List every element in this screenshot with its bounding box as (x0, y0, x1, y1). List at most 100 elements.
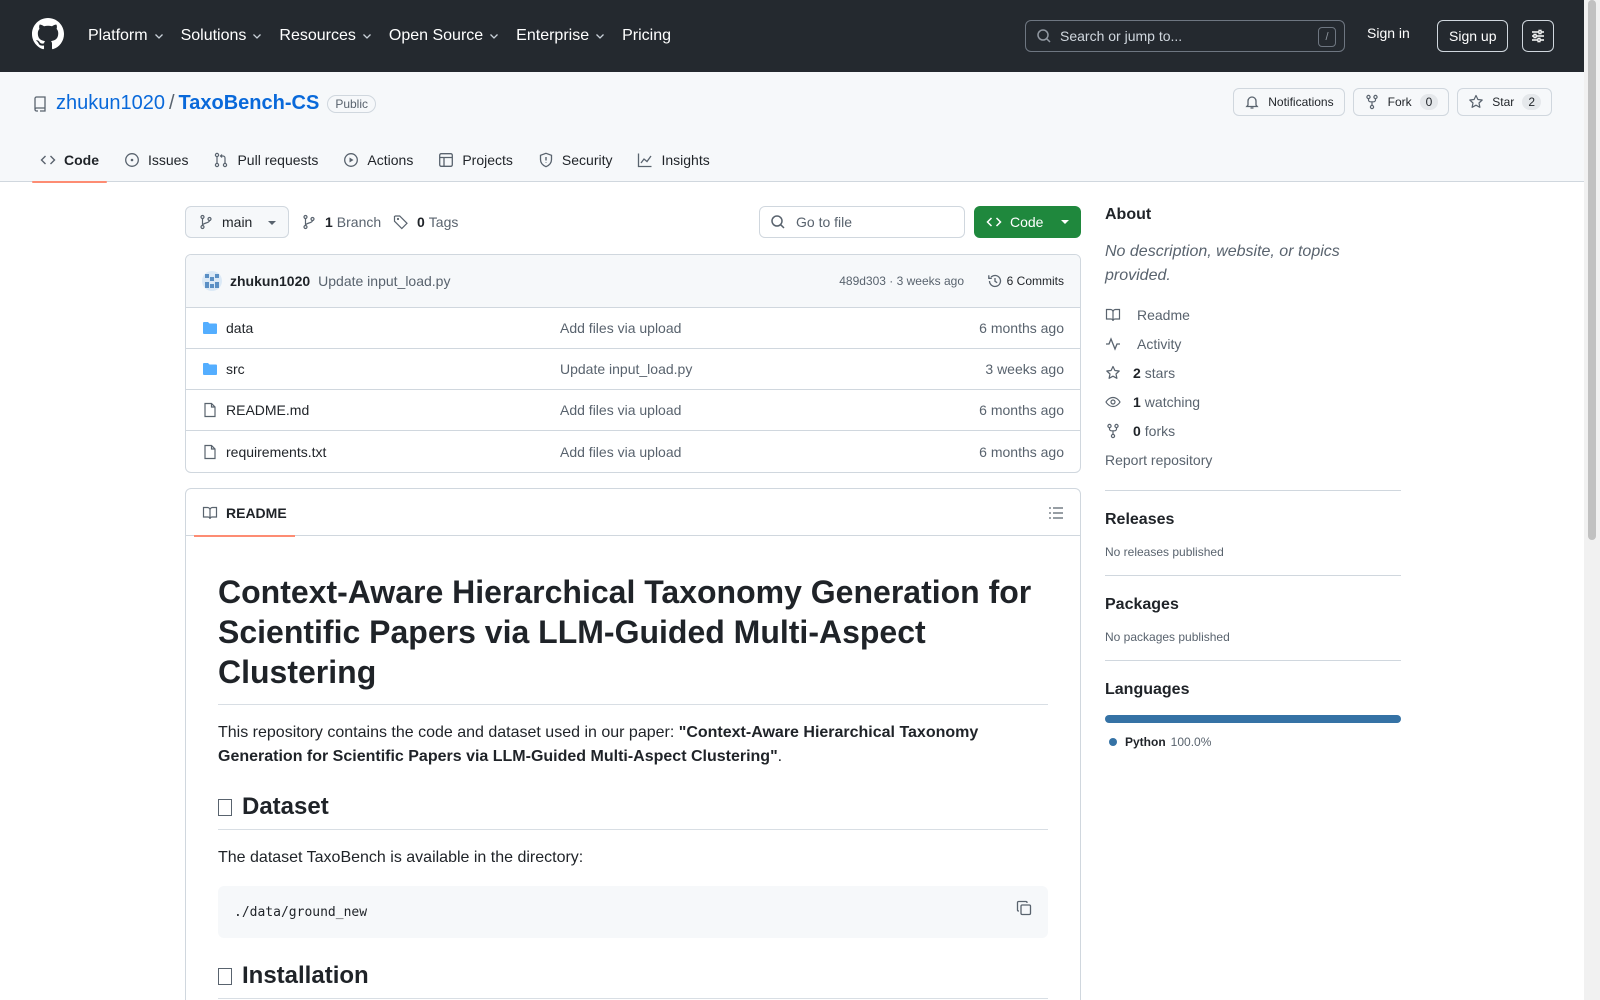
pull-request-icon (215, 152, 228, 168)
go-to-file-input[interactable]: Go to file (759, 206, 965, 238)
nav-resources[interactable]: Resources (279, 27, 372, 45)
readme-panel: README Context-Aware Hierarchical Taxono… (185, 488, 1081, 1000)
nav-open-source[interactable]: Open Source (389, 27, 500, 45)
tab-projects[interactable]: Projects (430, 138, 521, 182)
notifications-button[interactable]: Notifications (1233, 88, 1345, 116)
file-commit-date: 6 months ago (979, 443, 1064, 460)
tab-label: Issues (148, 152, 189, 168)
sign-up-button[interactable]: Sign up (1437, 20, 1509, 52)
packages-title[interactable]: Packages (1105, 596, 1401, 614)
repo-sidebar: About No description, website, or topics… (1105, 206, 1401, 749)
list-unordered-icon[interactable] (1048, 505, 1064, 521)
star-button[interactable]: Star 2 (1457, 88, 1552, 116)
global-search-input[interactable]: Search or jump to... / (1025, 20, 1345, 52)
github-logo-icon[interactable] (32, 18, 64, 50)
branch-label: Branch (336, 214, 382, 230)
stars-link[interactable]: 2 stars (1105, 358, 1401, 387)
star-count: 2 (1522, 94, 1541, 110)
chevron-down-icon (596, 34, 605, 39)
intro-text: This repository contains the code and da… (218, 724, 679, 741)
commit-author[interactable]: zhukun1020 (230, 273, 310, 289)
file-commit-message[interactable]: Add files via upload (560, 444, 681, 460)
heading-installation-text: Installation (242, 962, 369, 989)
table-row[interactable]: data Add files via upload 6 months ago (186, 308, 1080, 349)
copy-icon[interactable] (1016, 900, 1032, 916)
forks-link[interactable]: 0 forks (1105, 416, 1401, 445)
repo-header: zhukun1020 / TaxoBench-CS Public Notific… (0, 72, 1584, 183)
caret-down-icon (1061, 220, 1069, 224)
tab-label: Security (561, 152, 613, 168)
readme-body: Context-Aware Hierarchical Taxonomy Gene… (186, 536, 1080, 1000)
file-name[interactable]: README.md (226, 402, 309, 418)
star-icon (1469, 94, 1484, 108)
commit-message[interactable]: Update input_load.py (318, 273, 450, 289)
heading-dataset: Dataset (218, 793, 1048, 830)
table-row[interactable]: requirements.txt Add files via upload 6 … (186, 431, 1080, 472)
file-name[interactable]: src (226, 361, 245, 377)
language-item[interactable]: Python 100.0% (1105, 735, 1401, 749)
file-commit-date: 6 months ago (979, 402, 1064, 418)
top-nav: Platform Solutions Resources Open Source… (88, 0, 687, 72)
tab-issues[interactable]: Issues (116, 138, 196, 182)
packages-empty-text: No packages published (1105, 630, 1230, 644)
sign-in-link[interactable]: Sign in (1367, 25, 1410, 41)
fork-icon (1107, 423, 1119, 438)
nav-platform[interactable]: Platform (88, 27, 165, 45)
emoji-box-icon (218, 798, 232, 816)
file-name[interactable]: data (226, 320, 253, 336)
folder-icon (203, 363, 217, 375)
page-scrollbar[interactable] (1584, 0, 1600, 1000)
main-content: main 1 Branch 0 Tags Go to file Code zhu… (185, 206, 1081, 1000)
code-dropdown-button[interactable]: Code (974, 206, 1081, 238)
fork-icon (1365, 94, 1378, 110)
readme-link[interactable]: Readme (1105, 300, 1401, 329)
file-commit-message[interactable]: Add files via upload (560, 402, 681, 418)
readme-tab[interactable]: README (194, 489, 295, 537)
visibility-badge: Public (327, 94, 376, 113)
about-title: About (1105, 206, 1152, 223)
latest-commit-bar: zhukun1020 Update input_load.py 489d303 … (186, 255, 1080, 308)
file-name[interactable]: requirements.txt (226, 444, 326, 460)
repo-name-link[interactable]: TaxoBench-CS (179, 92, 320, 115)
nav-label: Solutions (180, 27, 247, 44)
table-row[interactable]: README.md Add files via upload 6 months … (186, 390, 1080, 431)
language-bar (1105, 715, 1401, 723)
watchers-link[interactable]: 1 watching (1105, 387, 1401, 416)
file-commit-message[interactable]: Add files via upload (560, 320, 681, 336)
activity-link[interactable]: Activity (1105, 329, 1401, 358)
search-placeholder: Search or jump to... (1060, 28, 1183, 44)
file-icon (204, 444, 216, 459)
tab-insights[interactable]: Insights (629, 138, 717, 182)
settings-menu-button[interactable] (1522, 20, 1554, 52)
commits-link[interactable]: 6 Commits (987, 273, 1064, 289)
tab-code[interactable]: Code (32, 138, 107, 183)
tab-security[interactable]: Security (530, 138, 621, 182)
avatar[interactable] (202, 271, 222, 291)
file-commit-message[interactable]: Update input_load.py (560, 361, 692, 377)
languages-section: Languages Python 100.0% (1105, 660, 1401, 749)
tab-pull-requests[interactable]: Pull requests (205, 138, 326, 182)
readme-intro: This repository contains the code and da… (218, 721, 1048, 769)
nav-enterprise[interactable]: Enterprise (516, 27, 606, 45)
commit-hash-time[interactable]: 489d303 · 3 weeks ago (839, 274, 964, 288)
nav-solutions[interactable]: Solutions (181, 27, 264, 45)
scrollbar-thumb[interactable] (1588, 0, 1596, 540)
table-icon (439, 153, 454, 167)
report-repository-link[interactable]: Report repository (1105, 445, 1401, 474)
branches-link[interactable]: 1 Branch (301, 206, 381, 238)
nav-pricing[interactable]: Pricing (622, 27, 671, 45)
tab-actions[interactable]: Actions (335, 138, 421, 182)
tags-link[interactable]: 0 Tags (393, 206, 458, 238)
table-row[interactable]: src Update input_load.py 3 weeks ago (186, 349, 1080, 390)
fork-button[interactable]: Fork 0 (1352, 88, 1450, 116)
branch-count: 1 (325, 214, 333, 230)
item-count: 1 (1133, 393, 1141, 410)
branch-selector[interactable]: main (185, 206, 289, 238)
global-header: Platform Solutions Resources Open Source… (0, 0, 1584, 72)
releases-title[interactable]: Releases (1105, 511, 1401, 529)
readme-tab-label: README (226, 504, 287, 521)
book-icon (202, 506, 218, 519)
item-label: Activity (1137, 335, 1182, 352)
report-label: Report repository (1105, 451, 1213, 468)
repo-owner-link[interactable]: zhukun1020 (56, 92, 165, 115)
